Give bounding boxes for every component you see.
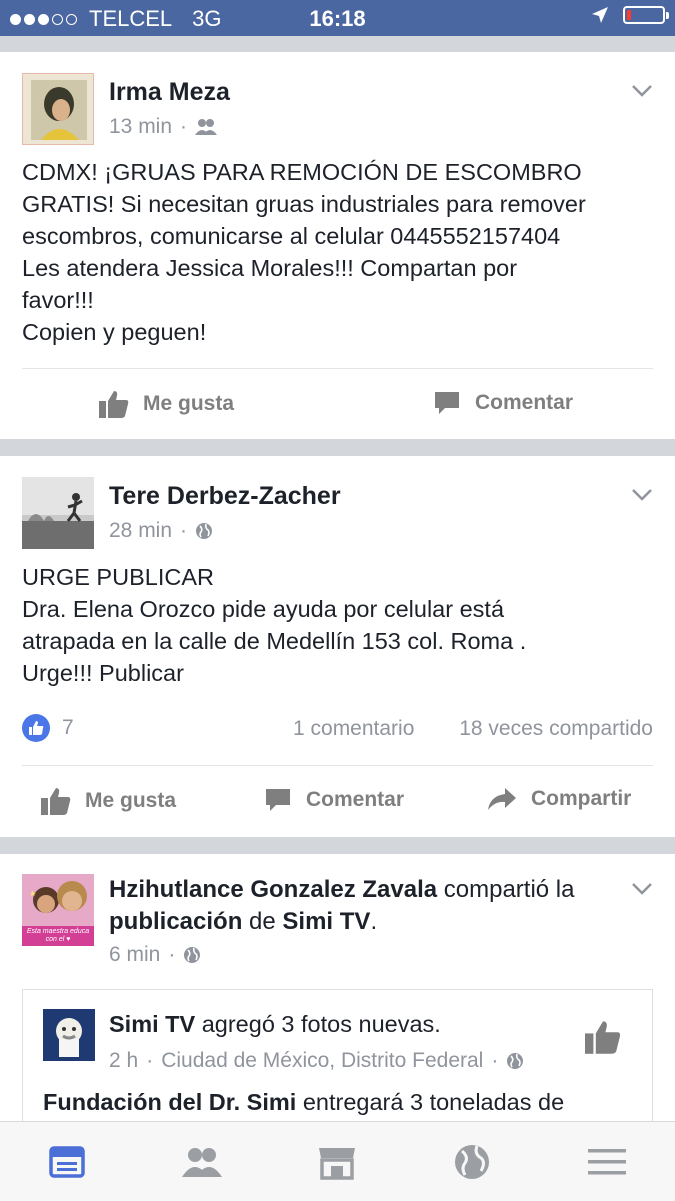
shared-location[interactable]: Ciudad de México, Distrito Federal [161, 1049, 483, 1073]
post-meta: 28 min · [109, 519, 213, 543]
chevron-down-icon[interactable] [631, 882, 653, 896]
shared-body: Fundación del Dr. Simi entregará 3 tonel… [43, 1089, 565, 1115]
divider [22, 765, 653, 766]
post-time[interactable]: 6 min [109, 943, 160, 967]
share-headline: Hzihutlance Gonzalez Zavala compartió la… [109, 876, 575, 935]
menu-icon [588, 1149, 626, 1175]
shared-avatar[interactable] [43, 1009, 95, 1061]
globe-icon [196, 523, 213, 539]
globe-icon [507, 1053, 524, 1069]
shared-body-link[interactable]: Fundación del Dr. Simi [43, 1089, 296, 1115]
shared-page-link[interactable]: Simi TV [282, 908, 370, 935]
avatar[interactable] [22, 73, 94, 145]
post-author[interactable]: Tere Derbez-Zacher [109, 482, 341, 511]
shares-count[interactable]: 18 veces compartido [459, 717, 653, 741]
comment-icon [435, 392, 459, 414]
divider [22, 368, 653, 369]
sharer-name[interactable]: Hzihutlance Gonzalez Zavala [109, 876, 437, 903]
post-meta: 13 min · [109, 115, 218, 139]
post-card: Tere Derbez-Zacher 28 min · URGE PUBLICAR… [0, 456, 675, 837]
thumbs-up-icon[interactable] [585, 1020, 621, 1054]
friends-icon [182, 1148, 222, 1177]
shared-time[interactable]: 2 h [109, 1049, 138, 1073]
post-meta: 6 min · [109, 943, 201, 967]
chevron-down-icon[interactable] [631, 488, 653, 502]
tab-globe[interactable] [450, 1142, 494, 1182]
post-card: Irma Meza 13 min · CDMX! ¡GRUAS PARA REMO… [0, 52, 675, 439]
comments-count[interactable]: 1 comentario [293, 717, 414, 741]
post-card: Esta maestra educa con el ♥ Hzihutlance … [0, 854, 675, 1121]
tab-marketplace[interactable] [315, 1142, 359, 1182]
battery-icon [623, 6, 669, 24]
thumbs-up-icon [41, 788, 71, 815]
post-body: URGE PUBLICAR Dra. Elena Orozco pide ayu… [22, 564, 527, 686]
like-reaction-icon [22, 714, 50, 742]
tab-news-feed[interactable] [45, 1142, 89, 1182]
avatar-caption: Esta maestra educa con el ♥ [26, 928, 90, 943]
likes-count[interactable]: 7 [22, 714, 74, 742]
post-time[interactable]: 28 min [109, 519, 172, 543]
notifications-globe-icon [455, 1145, 489, 1179]
avatar[interactable]: Esta maestra educa con el ♥ [22, 874, 94, 946]
comment-button[interactable]: Comentar [264, 787, 404, 813]
chevron-down-icon[interactable] [631, 84, 653, 98]
avatar[interactable] [22, 477, 94, 549]
shared-post[interactable]: Simi TV agregó 3 fotos nuevas. 2 h · Ciud… [22, 989, 653, 1121]
friends-icon [195, 119, 218, 135]
post-author[interactable]: Irma Meza [109, 78, 230, 107]
shared-object-link[interactable]: publicación [109, 908, 242, 935]
tab-friends[interactable] [180, 1142, 224, 1182]
status-bar: TELCEL 3G 16:18 [0, 0, 675, 36]
shared-headline: Simi TV agregó 3 fotos nuevas. [109, 1011, 441, 1037]
like-button[interactable]: Me gusta [99, 390, 234, 418]
globe-icon [184, 947, 201, 963]
post-body: CDMX! ¡GRUAS PARA REMOCIÓN DE ESCOMBRO G… [22, 159, 586, 345]
post-time[interactable]: 13 min [109, 115, 172, 139]
clock: 16:18 [309, 6, 366, 31]
share-arrow-icon [488, 788, 516, 810]
news-feed-icon [49, 1146, 85, 1178]
shared-author[interactable]: Simi TV [109, 1011, 195, 1037]
marketplace-icon [319, 1148, 355, 1180]
share-button[interactable]: Compartir [487, 787, 631, 811]
location-arrow-icon [592, 7, 608, 23]
tab-menu[interactable] [585, 1142, 629, 1182]
comment-button[interactable]: Comentar [433, 390, 573, 416]
shared-meta: 2 h · Ciudad de México, Distrito Federal · [109, 1049, 524, 1073]
like-button[interactable]: Me gusta [41, 787, 176, 815]
tab-bar [0, 1121, 675, 1201]
comment-icon [266, 789, 290, 811]
thumbs-up-icon [99, 391, 129, 418]
